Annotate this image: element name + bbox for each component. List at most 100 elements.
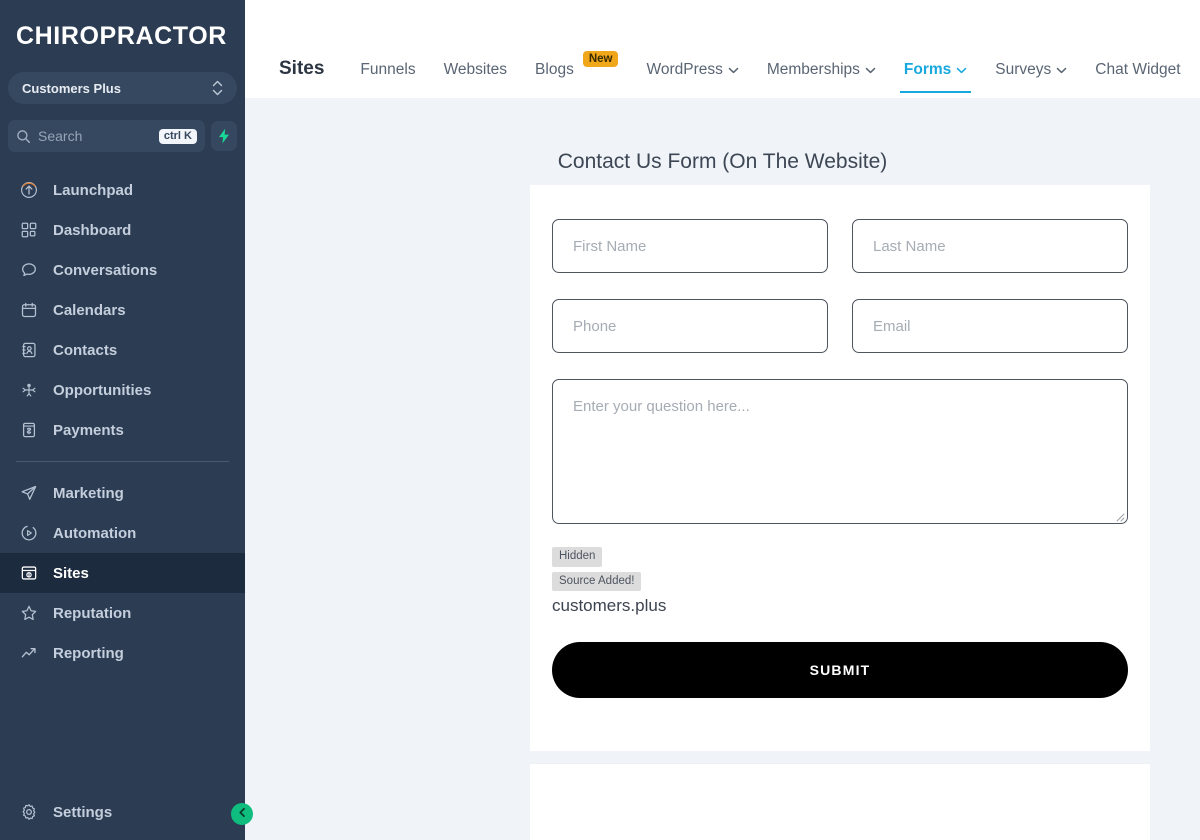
tab-funnels[interactable]: Funnels [346,43,429,97]
payments-icon [18,421,39,439]
paper-plane-icon [18,484,39,502]
sidebar-item-label: Marketing [53,484,124,502]
submit-button[interactable]: SUBMIT [552,642,1128,699]
form-row-contact: Phone Email [552,299,1128,353]
tab-label: Forms [903,61,952,78]
search-placeholder: Search [38,128,83,144]
sidebar-item-label: Payments [53,421,124,439]
tab-label: Websites [443,61,508,78]
sidebar-item-label: Settings [53,803,113,821]
sidebar-item-payments[interactable]: Payments [0,410,245,450]
sidebar-item-label: Sites [53,564,89,582]
sidebar-item-automation[interactable]: Automation [0,513,245,553]
tab-blogs[interactable]: Blogs New [521,43,632,97]
sidebar-item-settings[interactable]: Settings [0,792,245,832]
email-placeholder: Email [873,317,911,335]
form-row-name: First Name Last Name [552,219,1128,273]
question-placeholder: Enter your question here... [573,398,750,415]
tab-label: Chat Widget [1095,61,1181,78]
tab-label: WordPress [646,61,723,78]
sidebar-item-label: Conversations [53,261,158,279]
rocket-launch-icon [18,181,39,199]
main-content: Contact Us Form (On The Website) First N… [245,98,1200,840]
sidebar-item-reputation[interactable]: Reputation [0,593,245,633]
sidebar-item-label: Calendars [53,301,126,319]
sidebar-nav-secondary: Marketing Automation Sites Reputation Re… [0,473,245,673]
trend-up-icon [18,644,39,662]
email-input[interactable]: Email [852,299,1128,353]
sidebar-item-label: Automation [53,524,137,542]
resize-handle-icon[interactable] [1113,509,1125,522]
tab-forms[interactable]: Forms [890,43,981,97]
tab-chat-widget[interactable]: Chat Widget [1081,43,1194,97]
stepper-icon [212,80,223,96]
last-name-input[interactable]: Last Name [852,219,1128,273]
sidebar-item-label: Launchpad [53,181,134,199]
gear-icon [18,803,39,821]
lightning-bolt-icon[interactable] [211,121,237,151]
chevron-down-icon [865,67,876,74]
chat-bubble-icon [18,261,39,279]
sidebar-item-calendars[interactable]: Calendars [0,290,245,330]
workspace-label: Customers Plus [22,80,121,96]
phone-input[interactable]: Phone [552,299,828,353]
sidebar-divider [16,461,229,462]
page-title: Sites [261,42,346,96]
brand-name: CHIROPRACTOR [16,21,227,50]
brand-logo: CHIROPRACTOR [0,0,245,72]
sidebar-footer: Settings [0,792,245,840]
phone-placeholder: Phone [573,317,617,335]
contact-form-card: First Name Last Name Phone Email Enter y… [530,185,1150,751]
tab-wordpress[interactable]: WordPress [632,43,752,97]
hidden-chip: Hidden [552,547,603,567]
opportunities-icon [18,381,39,399]
tab-label: Memberships [766,61,860,78]
hidden-field-group: Hidden Source Added! customers.plus [552,546,1128,616]
sidebar-item-label: Reputation [53,604,132,622]
sidebar-item-label: Contacts [53,341,118,359]
page-title-label: Sites [279,58,325,79]
sidebar-item-label: Reporting [53,644,124,662]
search-row: Search ctrl K [8,120,237,152]
search-icon [16,129,31,144]
sidebar-item-opportunities[interactable]: Opportunities [0,370,245,410]
sidebar-item-dashboard[interactable]: Dashboard [0,210,245,250]
tab-memberships[interactable]: Memberships [753,43,890,97]
sidebar-item-marketing[interactable]: Marketing [0,473,245,513]
new-badge: New [582,50,619,68]
tab-surveys[interactable]: Surveys [981,43,1081,97]
tab-label: Funnels [360,61,416,78]
top-nav-tabs: Sites Funnels Websites Blogs New WordPre… [245,42,1195,98]
star-icon [18,604,39,622]
tab-websites[interactable]: Websites [430,43,521,97]
tab-label: Surveys [995,61,1052,78]
sidebar-item-conversations[interactable]: Conversations [0,250,245,290]
first-name-placeholder: First Name [573,237,647,255]
browser-window-icon [18,564,39,582]
sidebar-item-sites[interactable]: Sites [0,553,245,593]
workspace-selector[interactable]: Customers Plus [8,72,237,104]
grid-icon [18,221,39,239]
sidebar: CHIROPRACTOR Customers Plus Search ctrl … [0,0,245,840]
search-input[interactable]: Search ctrl K [8,120,205,152]
chevron-down-icon [728,67,739,74]
sidebar-item-launchpad[interactable]: Launchpad [0,170,245,210]
chevron-down-icon [956,67,967,74]
first-name-input[interactable]: First Name [552,219,828,273]
chevron-left-icon [237,805,248,823]
tab-label: Blogs [535,61,574,78]
top-navigation-bar: Sites Funnels Websites Blogs New WordPre… [245,0,1200,98]
search-shortcut-badge: ctrl K [158,128,197,144]
hidden-field-value: customers.plus [552,596,667,616]
question-textarea[interactable]: Enter your question here... [552,379,1128,524]
sidebar-nav-primary: Launchpad Dashboard Conversations Calend… [0,170,245,450]
form-title: Contact Us Form (On The Website) [557,150,888,173]
sidebar-collapse-button[interactable] [231,803,253,825]
source-added-chip: Source Added! [552,571,642,592]
form-lower-panel [530,763,1150,840]
sidebar-item-contacts[interactable]: Contacts [0,330,245,370]
contact-book-icon [18,341,39,359]
sidebar-item-reporting[interactable]: Reporting [0,633,245,673]
last-name-placeholder: Last Name [873,237,946,255]
